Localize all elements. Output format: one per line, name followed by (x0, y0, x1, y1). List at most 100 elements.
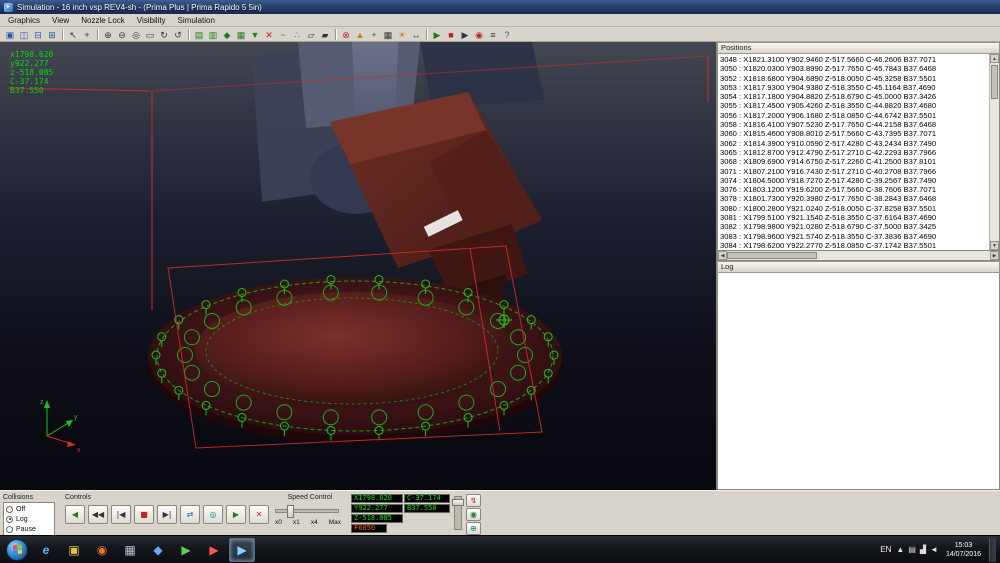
position-row[interactable]: 3048 : X1821.3100 Y902.9460 Z-517.5660 C… (720, 55, 987, 64)
simulate-start-icon[interactable]: ▶ (431, 28, 444, 41)
follow-head-button[interactable]: ◉ (466, 508, 481, 521)
position-row[interactable]: 3084 : X1798.6200 Y922.2770 Z-518.0850 C… (720, 241, 987, 250)
view-quad-icon[interactable]: ⊞ (46, 28, 59, 41)
taskbar-explorer-button[interactable]: ▣ (61, 538, 87, 562)
collision-radio-pause[interactable]: Pause (6, 524, 52, 534)
collision-reset-button[interactable]: ⇄ (180, 505, 200, 524)
taskbar-clock[interactable]: 15:03 14/07/2016 (943, 541, 984, 559)
view-single-icon[interactable]: ▣ (4, 28, 17, 41)
menu-simulation[interactable]: Simulation (172, 16, 221, 25)
show-head-icon[interactable]: ▼ (249, 28, 262, 41)
position-row[interactable]: 3068 : X1809.6900 Y914.6750 Z-517.2260 C… (720, 157, 987, 166)
scroll-left-icon[interactable]: ◀ (718, 251, 727, 260)
help-icon[interactable]: ? (501, 28, 514, 41)
zoom-slider[interactable] (454, 496, 462, 530)
position-row[interactable]: 3060 : X1815.4600 Y908.8010 Z-517.5660 C… (720, 129, 987, 138)
speed-slider-thumb[interactable] (287, 505, 294, 518)
language-indicator[interactable]: EN (880, 545, 891, 554)
position-row[interactable]: 3065 : X1812.8700 Y912.4790 Z-517.2710 C… (720, 148, 987, 157)
limits-check-icon[interactable]: ▲ (354, 28, 367, 41)
simulate-stop-icon[interactable]: ■ (445, 28, 458, 41)
step-forward-button[interactable]: ▶| (157, 505, 177, 524)
menu-view[interactable]: View (46, 16, 75, 25)
positions-vertical-scrollbar[interactable]: ▲ ▼ (989, 54, 999, 250)
position-row[interactable]: 3053 : X1817.9300 Y904.9380 Z-518.3550 C… (720, 83, 987, 92)
rewind-button[interactable]: ◀◀ (88, 505, 108, 524)
step-mode-icon[interactable]: ▶ (459, 28, 472, 41)
show-table-icon[interactable]: ▥ (207, 28, 220, 41)
position-row[interactable]: 3050 : X1820.0300 Y903.8990 Z-517.7650 C… (720, 64, 987, 73)
show-points-icon[interactable]: ∴ (291, 28, 304, 41)
show-beam-icon[interactable]: ✕ (263, 28, 276, 41)
wireframe-mode-icon[interactable]: ▱ (305, 28, 318, 41)
light-icon[interactable]: ☀ (396, 28, 409, 41)
menu-visibility[interactable]: Visibility (131, 16, 172, 25)
view-split-horizontal-icon[interactable]: ⊟ (32, 28, 45, 41)
hidden-icons-button[interactable]: ▲ (896, 545, 904, 554)
select-cursor-icon[interactable]: ↖ (67, 28, 80, 41)
stop-button[interactable]: ■ (134, 505, 154, 524)
start-button[interactable] (6, 539, 28, 561)
scroll-up-icon[interactable]: ▲ (990, 54, 999, 63)
show-fixture-icon[interactable]: ▦ (235, 28, 248, 41)
collision-radio-off[interactable]: Off (6, 504, 52, 514)
position-row[interactable]: 3055 : X1817.4500 Y905.4260 Z-518.3550 C… (720, 101, 987, 110)
scrollbar-thumb[interactable] (991, 65, 998, 99)
play-reverse-button[interactable]: ◀ (65, 505, 85, 524)
zoom-fit-icon[interactable]: ▭ (144, 28, 157, 41)
show-machine-icon[interactable]: ▤ (193, 28, 206, 41)
position-row[interactable]: 3062 : X1814.3900 Y910.0590 Z-517.4280 C… (720, 139, 987, 148)
network-icon[interactable]: ▟ (920, 545, 926, 554)
measure-icon[interactable]: ↔ (410, 28, 423, 41)
position-row[interactable]: 3083 : X1798.9600 Y921.5740 Z-518.3550 C… (720, 232, 987, 241)
options-icon[interactable]: ≡ (487, 28, 500, 41)
taskbar-app-button-3[interactable]: ▶ (173, 538, 199, 562)
scroll-down-icon[interactable]: ▼ (990, 241, 999, 250)
taskbar-app-button-1[interactable]: ▦ (117, 538, 143, 562)
collision-detect-icon[interactable]: ⊗ (340, 28, 353, 41)
position-row[interactable]: 3058 : X1816.4100 Y907.5230 Z-517.7650 C… (720, 120, 987, 129)
menu-graphics[interactable]: Graphics (2, 16, 46, 25)
zoom-slider-thumb[interactable] (452, 499, 464, 506)
pan-view-icon[interactable]: + (81, 28, 94, 41)
step-back-button[interactable]: |◀ (111, 505, 131, 524)
position-row[interactable]: 3081 : X1799.5100 Y921.1540 Z-518.3550 C… (720, 213, 987, 222)
volume-icon[interactable]: ◄ (930, 545, 938, 554)
taskbar-ie-button[interactable]: e (33, 538, 59, 562)
grid-icon[interactable]: ▦ (382, 28, 395, 41)
show-toolpath-icon[interactable]: ~ (277, 28, 290, 41)
zoom-in-icon[interactable]: ⊕ (102, 28, 115, 41)
zoom-out-icon[interactable]: ⊖ (116, 28, 129, 41)
view-split-vertical-icon[interactable]: ◫ (18, 28, 31, 41)
position-row[interactable]: 3076 : X1803.1200 Y919.6200 Z-517.5660 C… (720, 185, 987, 194)
solid-mode-icon[interactable]: ▰ (319, 28, 332, 41)
show-part-icon[interactable]: ◆ (221, 28, 234, 41)
rotate-view-icon[interactable]: ↻ (158, 28, 171, 41)
position-row[interactable]: 3071 : X1807.2100 Y916.7430 Z-517.2710 C… (720, 167, 987, 176)
taskbar-media-button[interactable]: ◉ (89, 538, 115, 562)
abort-button[interactable]: ✕ (249, 505, 269, 524)
viewport-3d[interactable]: z y x x1798.620 y922.277 z-518.085 C-37.… (0, 42, 716, 490)
position-row[interactable]: 3082 : X1798.9800 Y921.0280 Z-518.6790 C… (720, 222, 987, 231)
position-row[interactable]: 3080 : X1800.2800 Y921.0240 Z-518.0050 C… (720, 204, 987, 213)
record-icon[interactable]: ◉ (473, 28, 486, 41)
position-row[interactable]: 3052 : X1818.6800 Y904.6890 Z-518.0050 C… (720, 74, 987, 83)
position-row[interactable]: 3078 : X1801.7300 Y920.3980 Z-517.7650 C… (720, 194, 987, 203)
speed-slider[interactable] (275, 509, 339, 513)
zoom-window-icon[interactable]: ◎ (130, 28, 143, 41)
hscrollbar-thumb[interactable] (727, 252, 817, 259)
positions-horizontal-scrollbar[interactable]: ◀ ▶ (717, 251, 1000, 261)
position-row[interactable]: 3074 : X1804.5000 Y918.7270 Z-517.4280 C… (720, 176, 987, 185)
reset-view-icon[interactable]: ↺ (172, 28, 185, 41)
show-desktop-button[interactable] (989, 538, 996, 562)
play-button[interactable]: ▶ (226, 505, 246, 524)
laser-toggle-button[interactable]: ↯ (466, 494, 481, 507)
position-row[interactable]: 3056 : X1817.2000 Y906.1680 Z-518.0850 C… (720, 111, 987, 120)
keyboard-icon[interactable]: ▤ (908, 545, 916, 554)
3d-scene[interactable]: z y x (0, 42, 716, 490)
titlebar[interactable]: ▸ Simulation - 16 inch vsp REV4-sh - (Pr… (0, 0, 1000, 14)
head-view-button[interactable]: ◎ (203, 505, 223, 524)
origin-icon[interactable]: + (368, 28, 381, 41)
collision-radio-log[interactable]: Log (6, 514, 52, 524)
taskbar-app-button-2[interactable]: ◆ (145, 538, 171, 562)
